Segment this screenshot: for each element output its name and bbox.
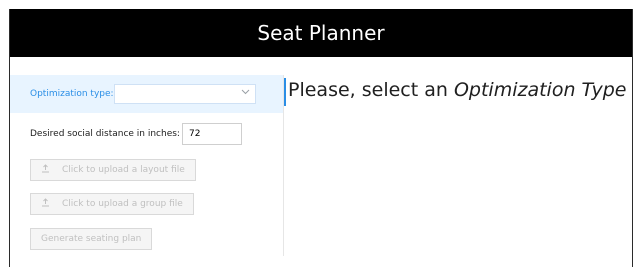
upload-layout-button[interactable]: Click to upload a layout file [30,159,196,181]
app-window: Seat Planner Optimization type: Desired … [9,9,633,267]
main-message-emphasis: Optimization Type [453,79,627,101]
upload-group-button[interactable]: Click to upload a group file [30,193,194,215]
upload-icon [41,164,50,176]
settings-panel: Optimization type: Desired social distan… [10,75,284,256]
chevron-down-icon [241,89,249,97]
app-title: Seat Planner [257,21,385,45]
upload-layout-label: Click to upload a layout file [62,165,185,175]
optimization-type-row: Optimization type: [10,75,283,113]
app-header: Seat Planner [10,9,632,57]
generate-seating-plan-label: Generate seating plan [41,234,142,244]
main-message-prefix: Please, select an [288,79,454,101]
main-message: Please, select an Optimization Type [288,79,626,101]
upload-group-label: Click to upload a group file [62,199,183,209]
social-distance-input[interactable]: 72 [181,123,242,145]
content-divider [284,78,286,106]
social-distance-row: Desired social distance in inches: 72 [30,123,242,145]
upload-icon [41,198,50,210]
social-distance-value: 72 [188,129,201,139]
generate-seating-plan-button[interactable]: Generate seating plan [30,228,153,250]
optimization-type-label: Optimization type: [30,89,114,99]
optimization-type-select[interactable] [113,84,256,104]
social-distance-label: Desired social distance in inches: [30,129,180,139]
